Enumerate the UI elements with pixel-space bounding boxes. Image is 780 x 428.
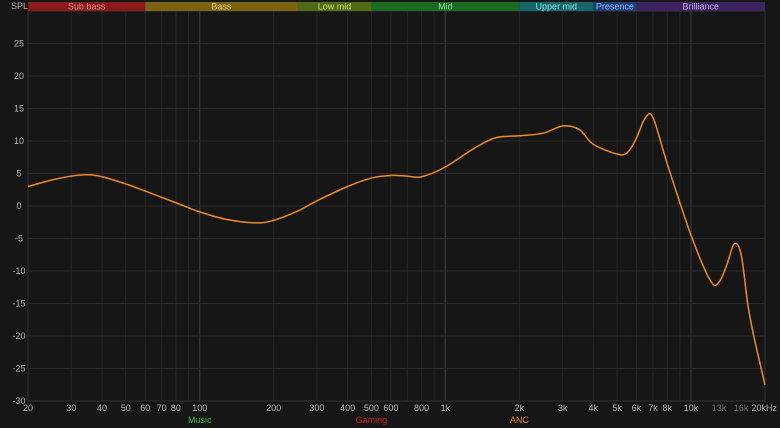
frequency-bands: Sub bass Bass Low mid Mid Upper mid Presence B… <box>28 2 765 12</box>
x-tick-label: 5k <box>612 403 622 413</box>
x-tick-label: 20 <box>23 403 33 413</box>
x-tick-label: 7k <box>648 403 658 413</box>
x-tick-label: 50 <box>121 403 131 413</box>
x-tick-label: 400 <box>340 403 355 413</box>
x-tick-label: 6k <box>632 403 642 413</box>
y-axis-label: SPL <box>11 1 28 11</box>
x-tick-label: 20kHz <box>751 403 777 413</box>
category-label-gaming: Gaming <box>356 415 388 425</box>
category-label-music: Music <box>188 415 212 425</box>
x-tick-label: 10k <box>684 403 699 413</box>
y-tick-label: 5 <box>16 169 21 179</box>
x-tick-label: 2k <box>515 403 525 413</box>
category-label-anc: ANC <box>510 415 530 425</box>
x-tick-label: 200 <box>266 403 281 413</box>
x-tick-label: 1k <box>441 403 451 413</box>
y-tick-label: 0 <box>16 201 21 211</box>
x-tick-label: 600 <box>383 403 398 413</box>
x-tick-label: 40 <box>97 403 107 413</box>
band-label-presence: Presence <box>596 2 634 12</box>
x-tick-label: 100 <box>192 403 207 413</box>
y-tick-label: -15 <box>12 299 25 309</box>
band-label-bass: Bass <box>211 2 232 12</box>
band-label-upper-mid: Upper mid <box>536 2 578 12</box>
x-tick-label: 3k <box>558 403 568 413</box>
plot-background <box>0 0 780 428</box>
y-tick-label: -25 <box>12 364 25 374</box>
y-tick-label: 20 <box>14 71 24 81</box>
y-tick-label: 25 <box>14 39 24 49</box>
band-label-brilliance: Brilliance <box>683 2 720 12</box>
y-tick-label: -20 <box>12 331 25 341</box>
x-tick-label: 16k <box>734 403 749 413</box>
x-tick-label: 30 <box>66 403 76 413</box>
y-tick-label: 10 <box>14 136 24 146</box>
y-tick-label: 15 <box>14 104 24 114</box>
y-tick-label: -10 <box>12 266 25 276</box>
x-tick-label: 500 <box>364 403 379 413</box>
band-label-mid: Mid <box>438 2 453 12</box>
band-label-sub-bass: Sub bass <box>68 2 106 12</box>
y-tick-label: -5 <box>15 234 23 244</box>
x-tick-label: 13k <box>712 403 727 413</box>
x-tick-label: 8k <box>662 403 672 413</box>
x-tick-label: 800 <box>414 403 429 413</box>
x-tick-label: 80 <box>171 403 181 413</box>
x-tick-label: 300 <box>309 403 324 413</box>
x-tick-label: 60 <box>140 403 150 413</box>
band-label-low-mid: Low mid <box>318 2 352 12</box>
x-tick-label: 4k <box>589 403 599 413</box>
frequency-response-chart: Sub bass Bass Low mid Mid Upper mid Presence B… <box>0 0 780 428</box>
x-tick-label: 70 <box>157 403 167 413</box>
